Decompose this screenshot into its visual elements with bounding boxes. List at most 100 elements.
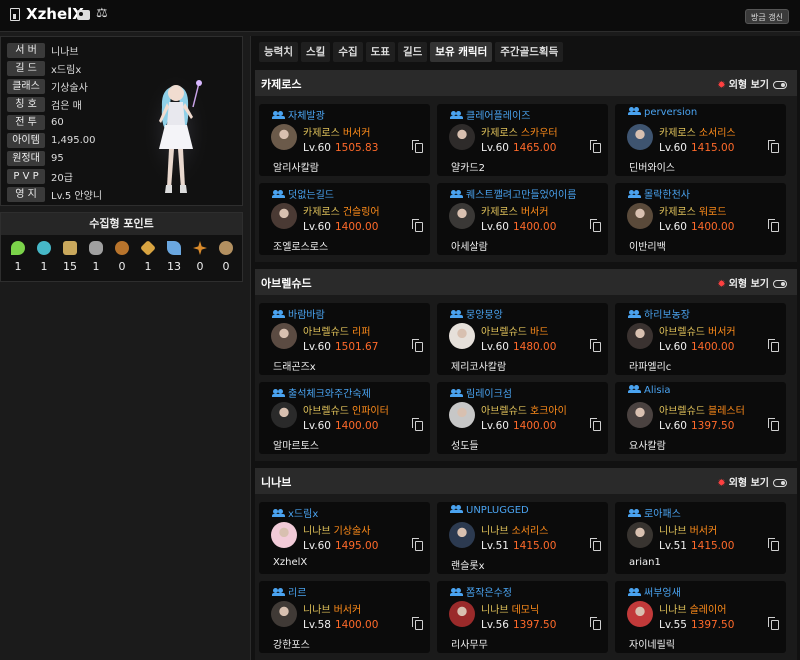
copy-icon[interactable] (412, 538, 423, 551)
character-card[interactable]: 퀘스트깰려고만들었어이름 카제로스 버서커 Lv.60 1400.00 아세살람 (437, 183, 608, 255)
copy-icon[interactable] (768, 339, 779, 352)
copy-icon[interactable] (412, 140, 423, 153)
character-class: 건슬링어 (342, 207, 380, 218)
character-name-label: 알마르토스 (273, 441, 319, 452)
copy-icon[interactable] (412, 418, 423, 431)
guild-name: 뭉앙뭉앙 (450, 306, 503, 321)
collect-item[interactable]: 1 (135, 240, 161, 273)
character-card[interactable]: 출석체크와주간숙제 아브렐슈드 인파이터 Lv.60 1400.00 알마르토스 (259, 382, 430, 454)
copy-icon[interactable] (590, 140, 601, 153)
tab-skills[interactable]: 스킬 (300, 42, 331, 62)
copy-icon[interactable] (590, 617, 601, 630)
collect-item[interactable]: 13 (161, 241, 187, 273)
character-portrait (627, 203, 653, 229)
info-row-guild: 길 드 x드림x (7, 61, 81, 76)
character-card[interactable]: x드림x 니나브 기상술사 Lv.60 1495.00 XzhelX (259, 502, 430, 574)
character-card[interactable]: 덧없는길드 카제로스 건슬링어 Lv.60 1400.00 조엘로스로스 (259, 183, 430, 255)
people-icon (628, 310, 641, 318)
copy-icon[interactable] (590, 418, 601, 431)
refresh-button[interactable]: 방금 갱신 (745, 9, 789, 24)
island-heart-icon (37, 241, 51, 255)
collect-item[interactable]: 1 (5, 241, 31, 273)
character-portrait (449, 402, 475, 428)
guild-name: 퀘스트깰려고만들었어이름 (450, 186, 576, 201)
character-card[interactable]: Alisia 아브렐슈드 블레스터 Lv.60 1397.50 요사칼람 (615, 382, 786, 454)
copy-icon[interactable] (412, 339, 423, 352)
collect-item[interactable]: 1 (83, 241, 109, 273)
character-card[interactable]: 림레이크섬 아브렐슈드 호크아이 Lv.60 1400.00 성도들 (437, 382, 608, 454)
character-card[interactable]: 로아패스 니나브 버서커 Lv.51 1415.00 arian1 (615, 502, 786, 574)
character-level: Lv.60 1505.83 (303, 142, 379, 154)
item-level: 1400.00 (334, 420, 379, 432)
copy-icon[interactable] (768, 617, 779, 630)
people-icon (272, 310, 285, 318)
view-appearance-label: 외형 보기 (728, 478, 769, 489)
character-name-label: 라파엘리c (629, 362, 672, 373)
guild-name: 써부엉새 (628, 584, 681, 599)
tab-owned-characters[interactable]: 보유 캐릭터 (430, 42, 493, 62)
character-portrait (271, 522, 297, 548)
character-card[interactable]: 하리보농장 아브렐슈드 버서커 Lv.60 1400.00 라파엘리c (615, 303, 786, 375)
character-name-label: XzhelX (273, 557, 308, 568)
character-name-label: 리사무무 (451, 640, 488, 651)
item-level: 1400.00 (512, 420, 557, 432)
tab-chart[interactable]: 도표 (365, 42, 395, 62)
character-class: 호크아이 (530, 406, 567, 417)
character-portrait (271, 203, 297, 229)
tab-collection[interactable]: 수집 (333, 42, 363, 62)
balance-scale-icon[interactable]: ⚖ (96, 6, 108, 22)
character-name-label: 아세살람 (451, 242, 488, 253)
guild-name: 몰락한천사 (628, 186, 690, 201)
collect-item[interactable]: 0 (213, 241, 239, 273)
profile-card-icon[interactable] (77, 10, 90, 20)
character-card[interactable]: UNPLUGGED 니나브 소서리스 Lv.51 1415.00 랜슬롯x (437, 502, 608, 574)
copy-icon[interactable] (412, 617, 423, 630)
people-icon (628, 190, 641, 198)
collect-item[interactable]: 15 (57, 241, 83, 273)
copy-icon[interactable] (412, 219, 423, 232)
copy-icon[interactable] (590, 219, 601, 232)
copy-icon[interactable] (590, 538, 601, 551)
copy-icon[interactable] (768, 140, 779, 153)
item-level: 1400.00 (334, 619, 379, 631)
view-appearance-toggle[interactable]: ✹ 외형 보기 (717, 275, 787, 290)
character-portrait (627, 323, 653, 349)
character-card[interactable]: 몰락한천사 카제로스 워로드 Lv.60 1400.00 이반리백 (615, 183, 786, 255)
character-class: 버서커 (333, 605, 362, 616)
character-name-label: 성도들 (451, 441, 479, 452)
tab-stats[interactable]: 능력치 (259, 42, 298, 62)
people-icon (450, 310, 463, 318)
character-level: Lv.51 1415.00 (659, 540, 735, 552)
info-row-item-level: 아이템 1,495.00 (7, 133, 96, 148)
view-appearance-toggle[interactable]: ✹ 외형 보기 (717, 76, 787, 91)
collect-item[interactable]: 0 (109, 241, 135, 273)
copy-icon[interactable] (768, 219, 779, 232)
tab-guild[interactable]: 길드 (397, 42, 428, 62)
character-level: Lv.60 1400.00 (481, 221, 557, 233)
character-class: 버서커 (689, 526, 718, 537)
profile-panel: 서 버 니나브 길 드 x드림x 클래스 기상술사 칭 호 검은 매 전 투 60 아이템… (0, 36, 243, 206)
collect-item[interactable]: 1 (31, 241, 57, 273)
character-card[interactable]: perversion 카제로스 소서리스 Lv.60 1415.00 딘버와이스 (615, 104, 786, 176)
character-name-label: 딘버와이스 (629, 163, 675, 174)
world-tree-leaf-icon (167, 241, 181, 255)
character-card[interactable]: 뭉앙뭉앙 아브렐슈드 바드 Lv.60 1480.00 제리코사칼람 (437, 303, 608, 375)
character-card[interactable]: 써부엉새 니나브 슬레이어 Lv.55 1397.50 자이네릴릭 (615, 581, 786, 653)
bookmark-icon[interactable] (10, 8, 20, 21)
copy-icon[interactable] (768, 538, 779, 551)
character-class: 블레스터 (708, 406, 745, 417)
character-card[interactable]: 리르 니나브 버서커 Lv.58 1400.00 강한포스 (259, 581, 430, 653)
character-card[interactable]: 쫌작은수정 니나브 데모닉 Lv.56 1397.50 리사무무 (437, 581, 608, 653)
copy-icon[interactable] (590, 339, 601, 352)
mokoko-medal-icon (219, 241, 233, 255)
copy-icon[interactable] (768, 418, 779, 431)
people-icon (450, 505, 463, 513)
character-card[interactable]: 바람바람 아브렐슈드 리퍼 Lv.60 1501.67 드래곤즈x (259, 303, 430, 375)
tab-weekly-gold[interactable]: 주간골드획득 (495, 42, 564, 62)
collect-item[interactable]: 0 (187, 241, 213, 273)
section-header: 니나브 ✹ 외형 보기 (255, 468, 797, 494)
character-card[interactable]: 자체발광 카제로스 버서커 Lv.60 1505.83 알리사칼람 (259, 104, 430, 176)
character-class: 버서커 (342, 128, 371, 139)
view-appearance-toggle[interactable]: ✹ 외형 보기 (717, 474, 787, 489)
character-card[interactable]: 클레어플레이즈 카제로스 스카우터 Lv.60 1465.00 얄카드2 (437, 104, 608, 176)
